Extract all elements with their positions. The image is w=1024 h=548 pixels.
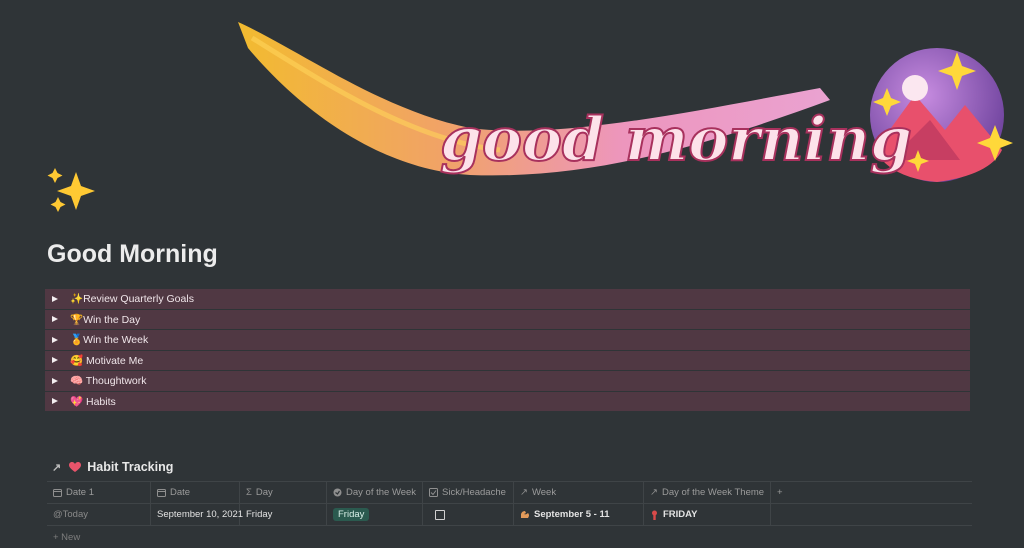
- column-label: Date: [170, 487, 191, 498]
- cell-theme[interactable]: FRIDAY: [644, 504, 771, 525]
- cell-text: Friday: [246, 509, 273, 520]
- cover-text: good morning: [440, 105, 912, 175]
- circle-dot-icon: [333, 488, 342, 497]
- toggle-triangle-icon[interactable]: [52, 336, 58, 343]
- toggle-label: 🧠 Thoughtwork: [70, 375, 147, 388]
- toggle-win-the-week[interactable]: 🏅Win the Week: [45, 330, 970, 350]
- column-header-theme[interactable]: ↗ Day of the Week Theme: [644, 482, 771, 503]
- select-tag: Friday: [333, 508, 370, 521]
- toggle-habits[interactable]: 💖 Habits: [45, 391, 970, 411]
- table-row[interactable]: @Today September 10, 2021 Friday Friday …: [47, 504, 972, 526]
- toggle-label: 🥰 Motivate Me: [70, 354, 144, 367]
- cell-date1[interactable]: @Today: [47, 504, 151, 525]
- cell-text: FRIDAY: [663, 509, 698, 520]
- cell-week[interactable]: September 5 - 11: [514, 504, 644, 525]
- cell-sick[interactable]: [423, 504, 514, 525]
- column-header-week[interactable]: ↗ Week: [514, 482, 644, 503]
- flexed-arm-icon: [520, 510, 530, 519]
- cell-text: September 10, 2021: [157, 509, 244, 520]
- column-label: Sick/Headache: [442, 487, 506, 498]
- toggle-review-quarterly-goals[interactable]: ✨Review Quarterly Goals: [45, 289, 970, 309]
- cell-day[interactable]: Friday: [240, 504, 327, 525]
- theme-emoji-icon: [650, 510, 659, 520]
- page-title: Good Morning: [47, 240, 218, 268]
- toggle-thoughtwork[interactable]: 🧠 Thoughtwork: [45, 371, 970, 391]
- column-header-day-of-week[interactable]: Day of the Week: [327, 482, 423, 503]
- linked-arrow-icon: ↗: [52, 461, 62, 474]
- toggle-label: 🏅Win the Week: [70, 334, 149, 347]
- toggle-motivate-me[interactable]: 🥰 Motivate Me: [45, 350, 970, 370]
- toggle-triangle-icon[interactable]: [52, 377, 58, 384]
- table-header: Date 1 Date Σ Day Day of the Week Sick/H…: [47, 481, 972, 504]
- toggle-label: 💖 Habits: [70, 395, 116, 408]
- sparkles-icon[interactable]: [44, 164, 104, 220]
- database-title[interactable]: ↗ Habit Tracking: [52, 460, 173, 474]
- toggle-list: ✨Review Quarterly Goals 🏆Win the Day 🏅Wi…: [45, 289, 970, 412]
- sick-checkbox[interactable]: [435, 509, 445, 520]
- cell-text: @Today: [53, 509, 88, 520]
- cell-date[interactable]: September 10, 2021: [151, 504, 244, 525]
- cell-text: September 5 - 11: [534, 509, 610, 520]
- column-label: Day of the Week Theme: [661, 487, 765, 498]
- column-label: Week: [531, 487, 557, 498]
- database-title-text: Habit Tracking: [87, 460, 174, 474]
- toggle-triangle-icon[interactable]: [52, 357, 58, 364]
- column-label: Day of the Week: [346, 487, 417, 498]
- cell-empty: [771, 504, 801, 525]
- toggle-label: 🏆Win the Day: [70, 313, 141, 326]
- new-row-button[interactable]: + New: [47, 526, 972, 548]
- column-header-date1[interactable]: Date 1: [47, 482, 151, 503]
- toggle-win-the-day[interactable]: 🏆Win the Day: [45, 309, 970, 329]
- toggle-triangle-icon[interactable]: [52, 316, 58, 323]
- calendar-icon: [157, 488, 166, 497]
- toggle-label: ✨Review Quarterly Goals: [70, 293, 194, 306]
- relation-arrow-icon: ↗: [650, 487, 658, 498]
- column-label: Date 1: [66, 487, 94, 498]
- sigma-icon: Σ: [246, 487, 252, 498]
- checkbox-icon: [429, 488, 438, 497]
- column-label: Day: [255, 487, 273, 498]
- plus-icon: +: [777, 487, 783, 498]
- cell-day-of-week[interactable]: Friday: [327, 504, 423, 525]
- heart-icon: [69, 461, 82, 473]
- add-column-button[interactable]: +: [771, 482, 801, 503]
- toggle-triangle-icon[interactable]: [52, 295, 58, 302]
- column-header-day[interactable]: Σ Day: [240, 482, 327, 503]
- relation-arrow-icon: ↗: [520, 487, 528, 498]
- habit-table: Date 1 Date Σ Day Day of the Week Sick/H…: [47, 481, 972, 548]
- new-row-label: + New: [53, 531, 81, 543]
- toggle-triangle-icon[interactable]: [52, 398, 58, 405]
- cover-image: good morning: [238, 22, 1013, 182]
- column-header-date[interactable]: Date: [151, 482, 240, 503]
- column-header-sick[interactable]: Sick/Headache: [423, 482, 514, 503]
- calendar-icon: [53, 488, 62, 497]
